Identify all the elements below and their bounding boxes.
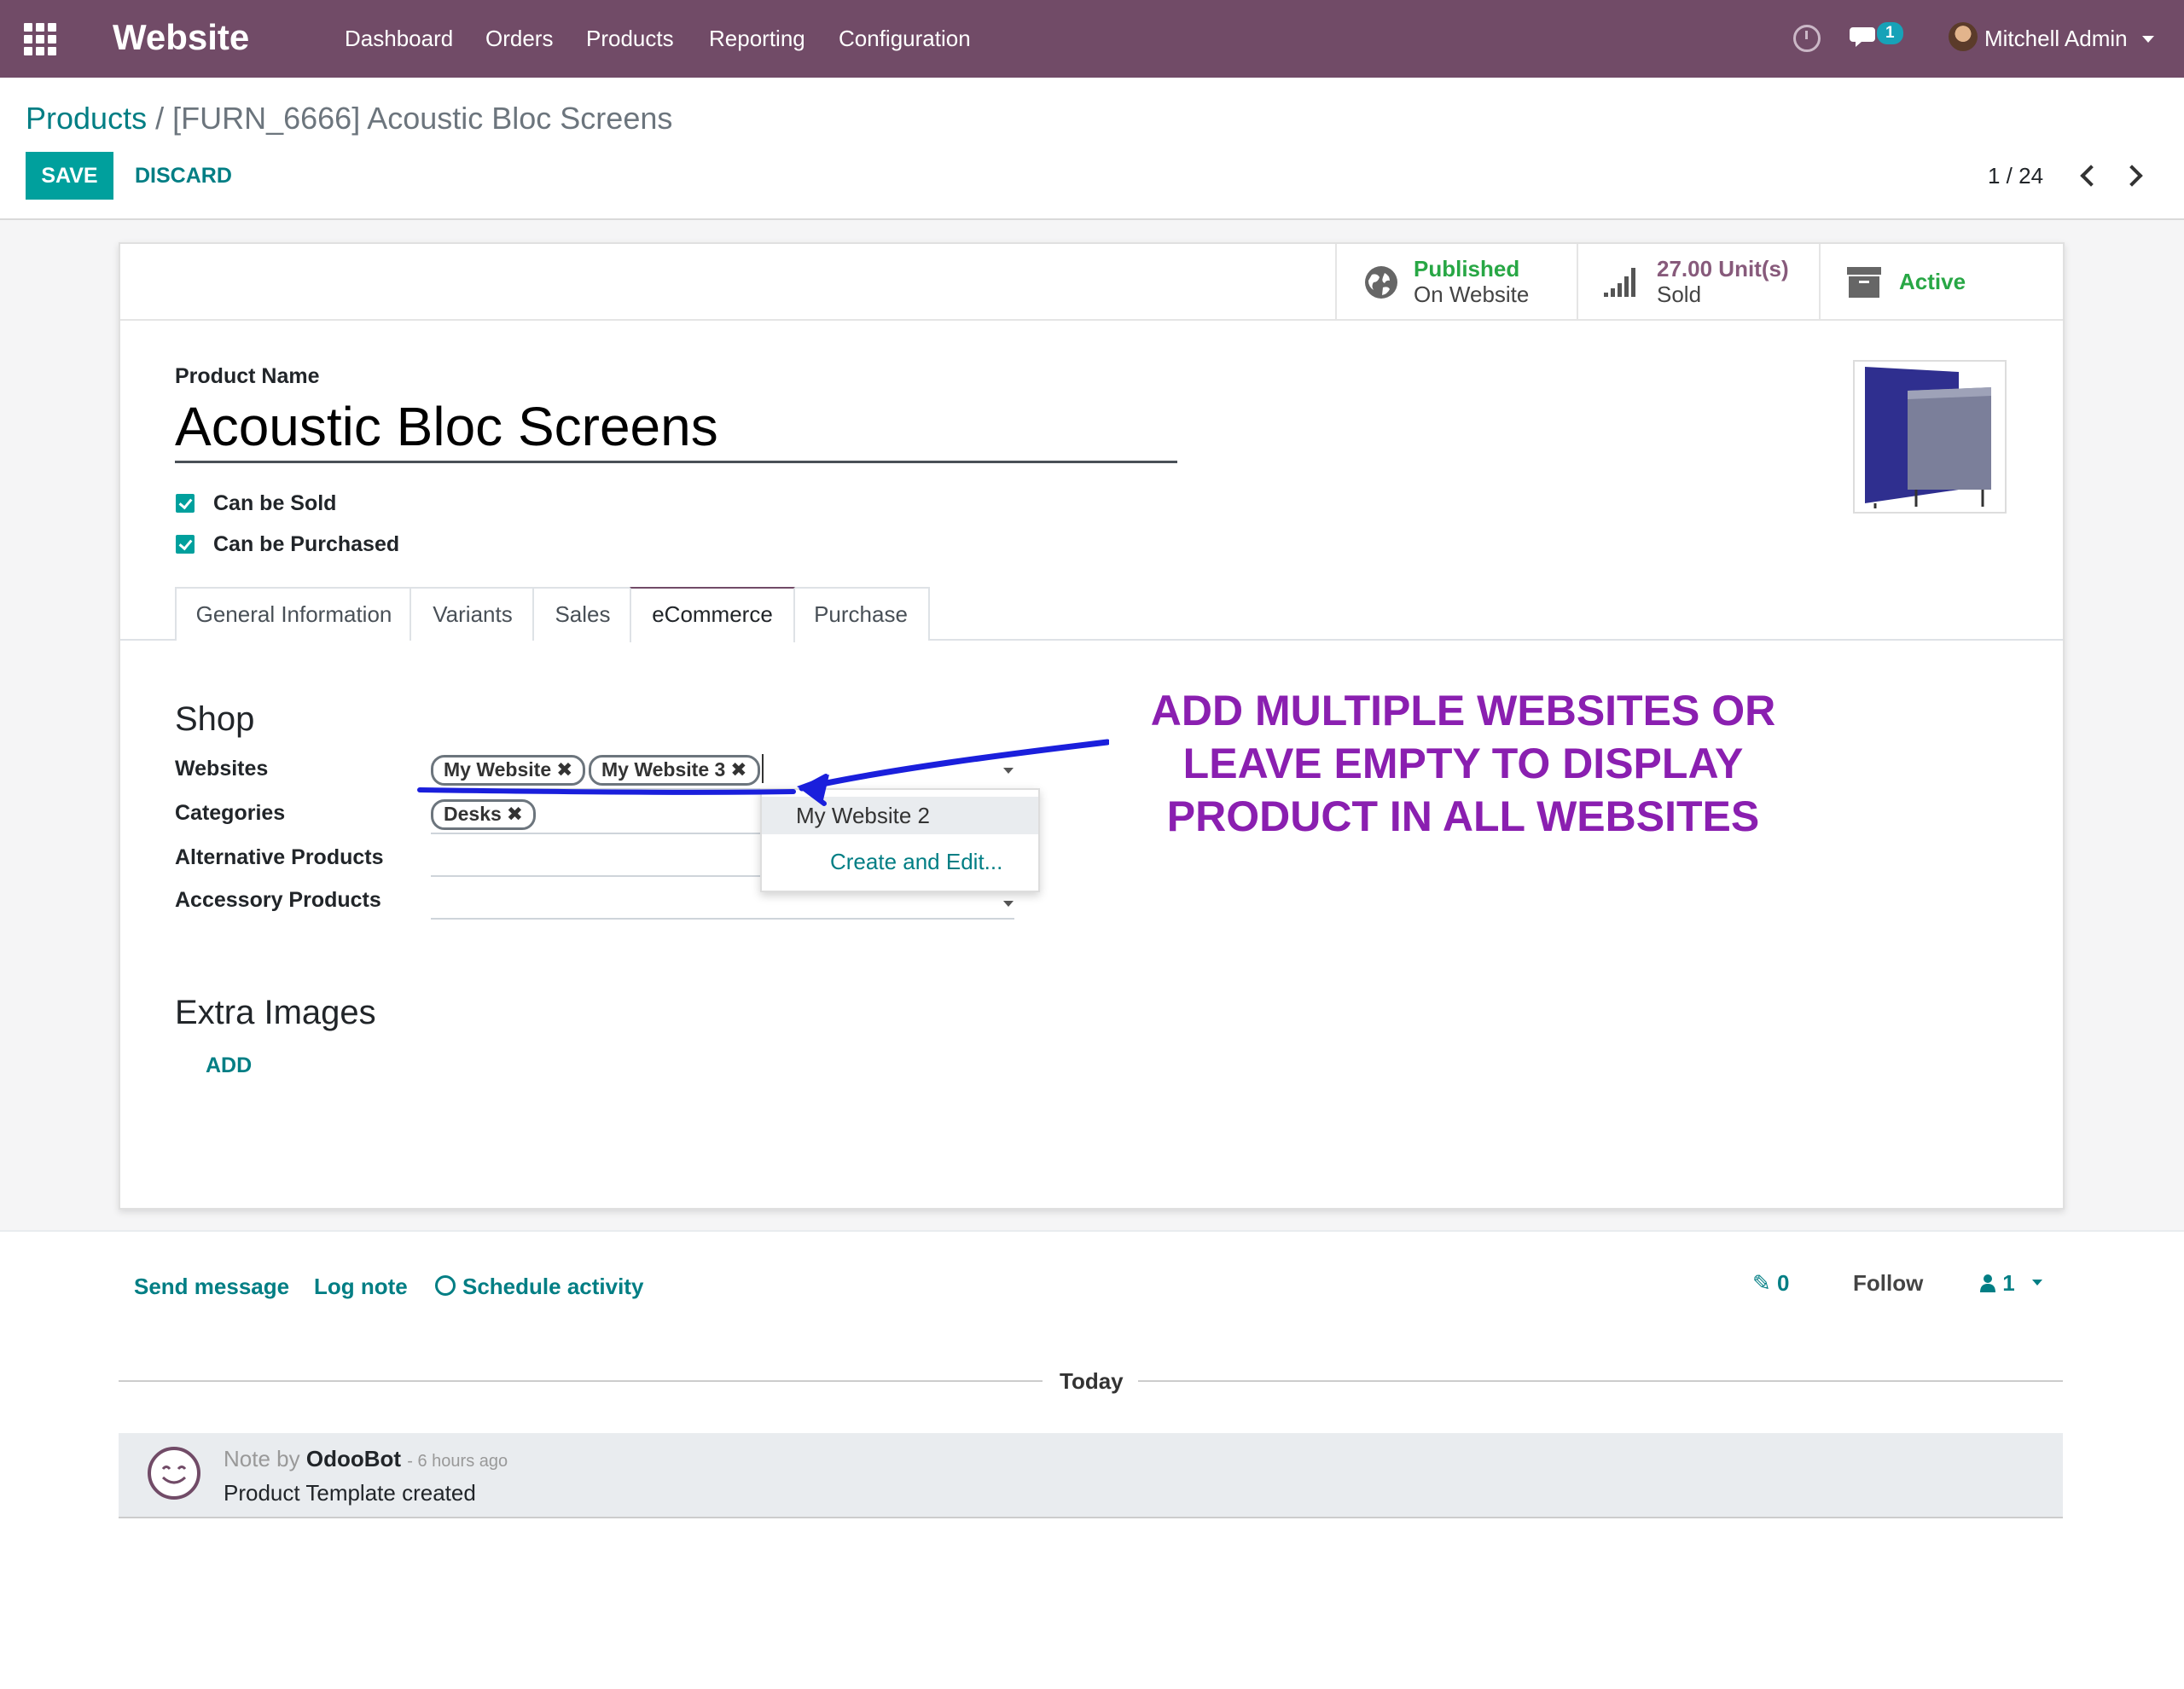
product-image[interactable] xyxy=(1853,360,2007,514)
log-note-button[interactable]: Log note xyxy=(314,1269,408,1303)
menu-orders[interactable]: Orders xyxy=(485,0,553,78)
user-menu[interactable]: Mitchell Admin xyxy=(1984,0,2128,78)
accessory-dropdown-caret-icon[interactable] xyxy=(1003,901,1014,907)
active-stat-button[interactable]: Active xyxy=(1819,244,2065,319)
smiley-icon xyxy=(161,1466,187,1484)
can-be-purchased-checkbox[interactable] xyxy=(176,535,195,554)
can-be-sold-checkbox[interactable] xyxy=(176,494,195,513)
message-header: Note by OdooBot - 6 hours ago xyxy=(224,1445,508,1475)
attachments-count: 0 xyxy=(1777,1270,1790,1296)
paperclip-icon: ✎ xyxy=(1752,1270,1771,1296)
pager-next-icon[interactable] xyxy=(2121,165,2143,187)
menu-reporting[interactable]: Reporting xyxy=(709,0,805,78)
sold-stat-button[interactable]: 27.00 Unit(s) Sold xyxy=(1577,244,1821,319)
user-avatar[interactable] xyxy=(1949,22,1978,51)
create-and-edit-option[interactable]: Create and Edit... xyxy=(830,843,1002,880)
signal-icon xyxy=(1604,268,1641,297)
followers-caret-icon[interactable] xyxy=(2032,1280,2042,1286)
save-button[interactable]: SAVE xyxy=(26,152,113,200)
pager-previous-icon[interactable] xyxy=(2080,165,2102,187)
attachments-button[interactable]: ✎ 0 xyxy=(1752,1266,1790,1300)
app-name[interactable]: Website xyxy=(113,15,249,60)
chatter-divider xyxy=(0,1230,2184,1232)
schedule-activity-button[interactable]: Schedule activity xyxy=(435,1269,643,1303)
sold-sublabel: Sold xyxy=(1657,282,1702,307)
activity-clock-icon[interactable] xyxy=(1793,25,1821,52)
send-message-button[interactable]: Send message xyxy=(134,1269,289,1303)
date-separator-line xyxy=(119,1380,1043,1382)
tab-sales[interactable]: Sales xyxy=(532,587,633,641)
annotation-text: ADD MULTIPLE WEBSITES OR LEAVE EMPTY TO … xyxy=(1118,684,1809,843)
archive-icon xyxy=(1847,267,1881,298)
menu-configuration[interactable]: Configuration xyxy=(839,0,971,78)
breadcrumb: Products / [FURN_6666] Acoustic Bloc Scree… xyxy=(26,97,672,140)
odoobot-avatar[interactable] xyxy=(148,1447,200,1500)
annotation-line: LEAVE EMPTY TO DISPLAY xyxy=(1182,740,1744,787)
annotation-arrow xyxy=(417,739,1109,806)
product-image-picture xyxy=(1865,367,1991,508)
menu-dashboard[interactable]: Dashboard xyxy=(345,0,453,78)
product-name-input[interactable]: Acoustic Bloc Screens xyxy=(175,392,1177,463)
breadcrumb-current: [FURN_6666] Acoustic Bloc Screens xyxy=(172,101,673,136)
follow-button[interactable]: Follow xyxy=(1853,1266,1923,1300)
message-prefix: Note by xyxy=(224,1446,300,1471)
user-caret-icon[interactable] xyxy=(2142,36,2154,43)
clock-icon xyxy=(435,1275,456,1296)
add-image-button[interactable]: ADD xyxy=(206,1053,252,1078)
chat-icon[interactable] xyxy=(1850,24,1880,49)
published-stat-button[interactable]: Published On Website xyxy=(1335,244,1578,319)
tab-purchase[interactable]: Purchase xyxy=(792,587,930,641)
message-author[interactable]: OdooBot xyxy=(306,1446,401,1471)
pager-value[interactable]: 1 / 24 xyxy=(1988,159,2043,193)
top-navbar: Website Dashboard Orders Products Report… xyxy=(0,0,2184,78)
categories-label: Categories xyxy=(175,801,286,825)
apps-menu-icon[interactable] xyxy=(24,23,56,55)
breadcrumb-products[interactable]: Products xyxy=(26,101,147,136)
tab-general-information[interactable]: General Information xyxy=(175,587,413,641)
message-body: Product Template created xyxy=(224,1480,476,1506)
date-separator-label: Today xyxy=(1060,1368,1124,1394)
schedule-activity-label: Schedule activity xyxy=(462,1274,644,1299)
published-status: Published xyxy=(1414,256,1520,282)
discard-button[interactable]: DISCARD xyxy=(135,152,232,200)
chatter-message: Note by OdooBot - 6 hours ago Product Te… xyxy=(119,1433,2063,1518)
product-name-label: Product Name xyxy=(175,364,320,388)
tab-variants[interactable]: Variants xyxy=(410,587,536,641)
can-be-sold-label: Can be Sold xyxy=(213,491,337,515)
annotation-line: PRODUCT IN ALL WEBSITES xyxy=(1166,792,1760,840)
accessory-products-label: Accessory Products xyxy=(175,888,381,912)
shop-section-title: Shop xyxy=(175,700,255,738)
websites-label: Websites xyxy=(175,757,269,781)
active-status: Active xyxy=(1899,269,1966,294)
followers-count: 1 xyxy=(2002,1270,2015,1296)
tab-ecommerce[interactable]: eCommerce xyxy=(630,587,795,642)
globe-icon xyxy=(1365,266,1397,299)
followers-button[interactable]: 1 xyxy=(1979,1266,2015,1300)
menu-products[interactable]: Products xyxy=(586,0,674,78)
user-icon xyxy=(1980,1274,1995,1292)
annotation-line: ADD MULTIPLE WEBSITES OR xyxy=(1150,687,1776,734)
sold-quantity: 27.00 Unit(s) xyxy=(1657,256,1789,282)
accessory-products-input[interactable] xyxy=(431,918,1014,920)
date-separator-line xyxy=(1138,1380,2063,1382)
extra-images-title: Extra Images xyxy=(175,994,376,1031)
alternative-products-label: Alternative Products xyxy=(175,845,384,869)
breadcrumb-separator: / xyxy=(155,101,165,136)
can-be-purchased-label: Can be Purchased xyxy=(213,532,400,556)
message-time: - 6 hours ago xyxy=(407,1452,508,1471)
published-sublabel: On Website xyxy=(1414,282,1530,307)
smart-button-box: Published On Website 27.00 Unit(s) Sold … xyxy=(120,244,2063,321)
messages-badge: 1 xyxy=(1877,22,1903,44)
